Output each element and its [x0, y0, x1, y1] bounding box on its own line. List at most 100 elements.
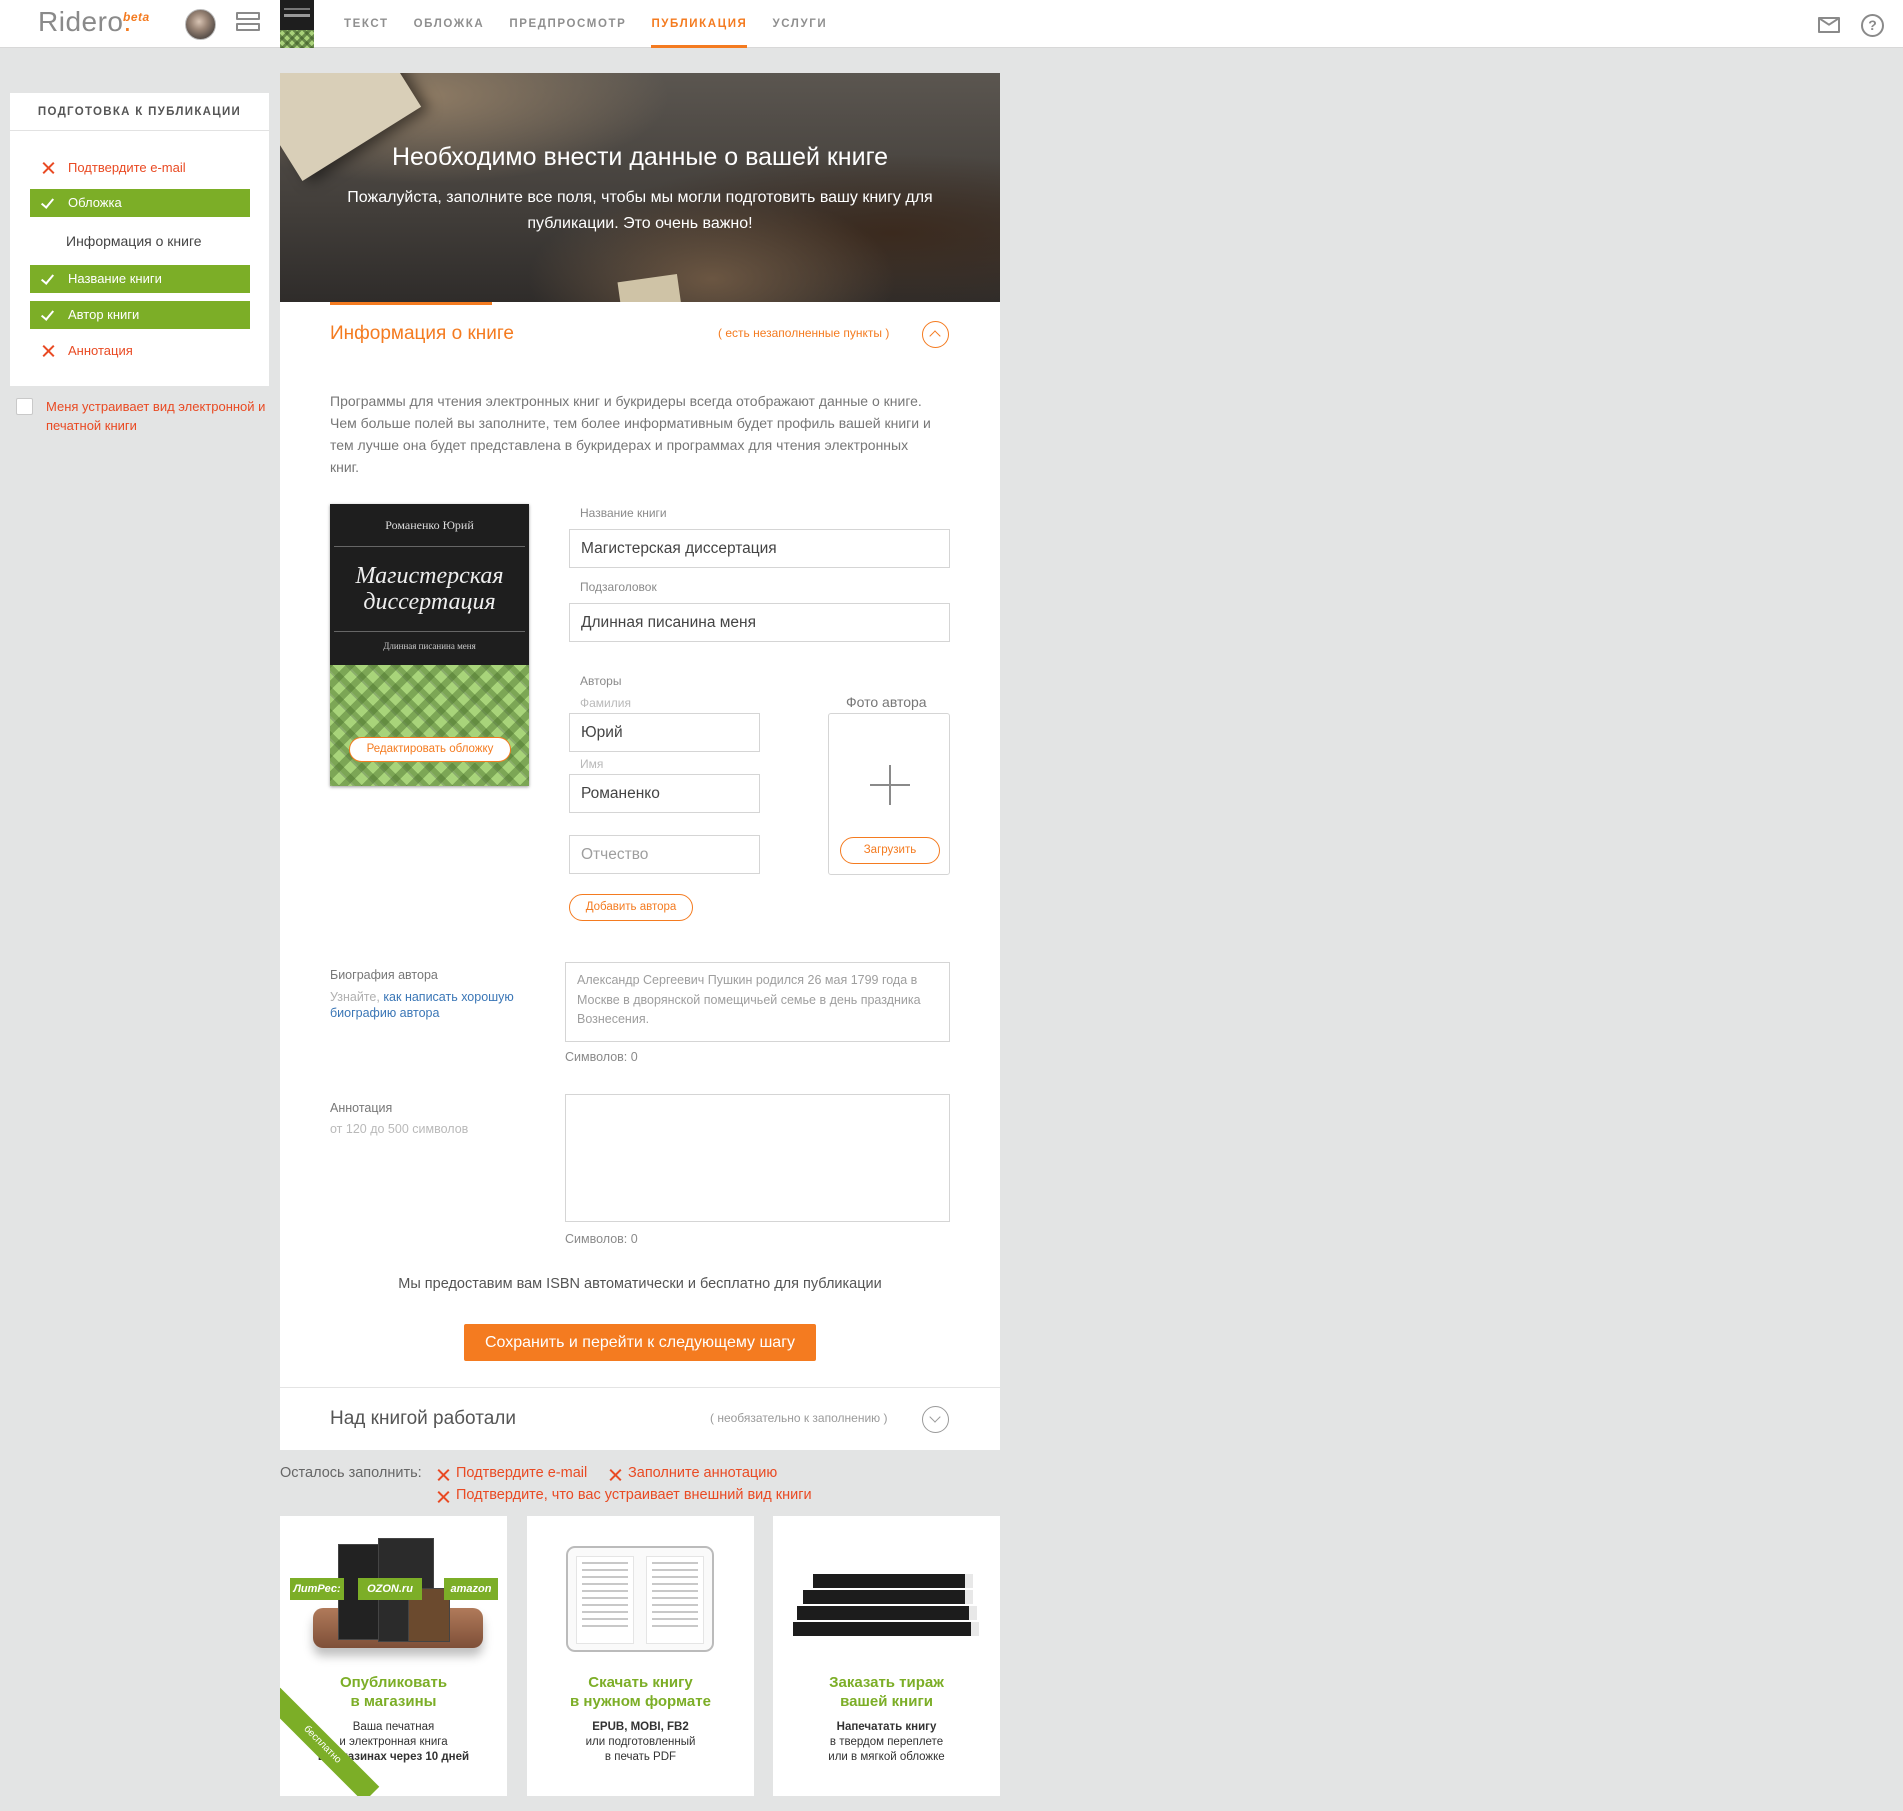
help-icon[interactable]: ? — [1861, 14, 1884, 37]
card-text-line: в твердом переплете — [829, 1736, 944, 1748]
cross-icon — [436, 1466, 451, 1482]
annotation-textarea[interactable] — [565, 1094, 950, 1222]
accept-appearance[interactable]: Меня устраивает вид электронной и печатн… — [16, 397, 266, 435]
ridero-logo[interactable]: Ridero. beta — [38, 6, 149, 38]
card-text: Напечатать книгу в твердом переплете или в… — [773, 1720, 1000, 1765]
nav-tab-cover[interactable]: Обложка — [414, 0, 485, 48]
card-text: EPUB, MOBI, FB2 или подготовленный в печат… — [527, 1720, 754, 1765]
surname-label: Фамилия — [580, 696, 631, 710]
cover-author: Романенко Юрий — [385, 518, 474, 532]
section-active-indicator — [330, 302, 492, 305]
litres-badge: ЛитРес: — [290, 1578, 344, 1600]
book-title-label: Название книги — [580, 506, 667, 520]
check-icon — [40, 265, 58, 293]
hero-book-image — [617, 274, 683, 302]
expand-contributors-button[interactable] — [922, 1406, 949, 1433]
cross-icon — [40, 154, 58, 182]
section-divider — [280, 1387, 1000, 1388]
cover-pattern — [330, 665, 529, 786]
cross-icon — [40, 337, 58, 365]
promo-card-publish[interactable]: ЛитРес: OZON.ru amazon Опубликовать в маг… — [280, 1516, 507, 1796]
check-icon — [40, 301, 58, 329]
card-title-line: в нужном формате — [570, 1693, 711, 1710]
mail-icon[interactable] — [1818, 17, 1840, 33]
hero-subtitle: Пожалуйста, заполните все поля, чтобы мы… — [347, 189, 933, 232]
amazon-badge: amazon — [444, 1578, 498, 1600]
cover-divider — [334, 631, 525, 632]
promo-card-download[interactable]: Скачать книгу в нужном формате EPUB, MOBI… — [527, 1516, 754, 1796]
patronymic-input[interactable]: Отчество — [569, 835, 760, 874]
logo-text: Ridero — [38, 6, 124, 37]
cover-subtitle: Длинная писанина меня — [383, 641, 476, 651]
card-text-line: в печать PDF — [604, 1751, 677, 1763]
remaining-item-label: Подтвердите e-mail — [456, 1465, 588, 1481]
plus-icon — [870, 765, 910, 805]
chevron-down-icon — [929, 1411, 941, 1423]
step-confirm-email[interactable]: Подтвердите e-mail — [30, 154, 250, 182]
nav-tab-services[interactable]: Услуги — [772, 0, 827, 48]
book-title-input[interactable]: Магистерская диссертация — [569, 529, 950, 568]
step-annotation[interactable]: Аннотация — [30, 337, 250, 365]
first-name-label: Имя — [580, 757, 604, 771]
card-text-line: или подготовленный — [585, 1736, 696, 1748]
remaining-confirm-appearance[interactable]: Подтвердите, что вас устраивает внешний … — [434, 1487, 812, 1503]
bio-char-count: Символов: 0 — [565, 1050, 638, 1064]
edit-cover-button[interactable]: Редактировать обложку — [349, 737, 511, 762]
add-author-button[interactable]: Добавить автора — [569, 894, 693, 921]
cross-icon — [436, 1488, 451, 1504]
isbn-note: Мы предоставим вам ISBN автоматически и … — [398, 1276, 882, 1292]
step-label: Аннотация — [68, 343, 133, 358]
card-title-line: Заказать тираж — [829, 1674, 944, 1691]
hero-banner: Необходимо внести данные о вашей книге П… — [280, 73, 1000, 302]
step-cover[interactable]: Обложка — [30, 189, 250, 217]
card-title-line: Опубликовать — [339, 1674, 448, 1691]
save-and-continue-button[interactable]: Сохранить и перейти к следующему шагу — [464, 1324, 816, 1361]
card-title-line: Скачать книгу — [588, 1674, 693, 1691]
contributors-optional-note: ( необязательно к заполнению ) — [710, 1411, 888, 1425]
annotation-char-count: Символов: 0 — [565, 1232, 638, 1246]
promo-card-print[interactable]: Заказать тираж вашей книги Напечатать кни… — [773, 1516, 1000, 1796]
publication-checklist: Подготовка к публикации Подтвердите e-ma… — [10, 93, 269, 386]
card-title-line: вашей книги — [840, 1693, 933, 1710]
nav-tab-preview[interactable]: Предпросмотр — [509, 0, 626, 48]
user-avatar[interactable] — [185, 9, 216, 40]
cross-icon — [608, 1466, 623, 1482]
section-title: Информация о книге — [330, 323, 514, 344]
accept-checkbox[interactable] — [16, 398, 33, 415]
book-stack-image — [793, 1622, 979, 1636]
subtitle-label: Подзаголовок — [580, 580, 657, 594]
collapse-section-button[interactable] — [922, 321, 949, 348]
contributors-section-title[interactable]: Над книгой работали — [330, 1408, 516, 1430]
step-book-title[interactable]: Название книги — [30, 265, 250, 293]
author-photo-dropzone[interactable]: Загрузить — [828, 713, 950, 875]
cover-title: Магистерская диссертация — [355, 563, 504, 615]
step-label: Информация о книге — [66, 233, 202, 249]
remaining-confirm-email[interactable]: Подтвердите e-mail — [434, 1465, 587, 1481]
step-label: Автор книги — [68, 307, 140, 322]
author-photo-label: Фото автора — [846, 694, 927, 710]
remaining-item-label: Заполните аннотацию — [628, 1465, 778, 1481]
card-text-line: Напечатать книгу — [836, 1721, 937, 1733]
upload-photo-button[interactable]: Загрузить — [840, 837, 940, 864]
top-bar: Ridero. beta Текст Обложка Предпросмотр … — [0, 0, 1903, 48]
nav-tab-text[interactable]: Текст — [344, 0, 389, 48]
intro-text: Программы для чтения электронных книг и … — [330, 393, 931, 475]
card-text-line: EPUB, MOBI, FB2 — [592, 1721, 689, 1733]
step-book-author[interactable]: Автор книги — [30, 301, 250, 329]
subtitle-input[interactable]: Длинная писанина меня — [569, 603, 950, 642]
nav-tab-publication[interactable]: Публикация — [651, 0, 748, 48]
book-list-icon[interactable] — [236, 12, 260, 34]
first-name-input[interactable]: Романенко — [569, 774, 760, 813]
book-cover-thumbnail[interactable] — [280, 0, 314, 48]
annotation-hint: от 120 до 500 символов — [330, 1122, 469, 1136]
authors-label: Авторы — [580, 674, 622, 688]
cover-divider — [334, 546, 525, 547]
remaining-fill-annotation[interactable]: Заполните аннотацию — [606, 1465, 777, 1481]
bio-textarea[interactable]: Александр Сергеевич Пушкин родился 26 ма… — [565, 962, 950, 1042]
section-status-note: ( есть незаполненные пункты ) — [718, 326, 890, 340]
accept-label: Меня устраивает вид электронной и печатн… — [46, 399, 266, 433]
beta-badge: beta — [123, 10, 150, 24]
book-stack-image — [803, 1590, 973, 1604]
surname-input[interactable]: Юрий — [569, 713, 760, 752]
card-title: Скачать книгу в нужном формате — [527, 1673, 754, 1711]
